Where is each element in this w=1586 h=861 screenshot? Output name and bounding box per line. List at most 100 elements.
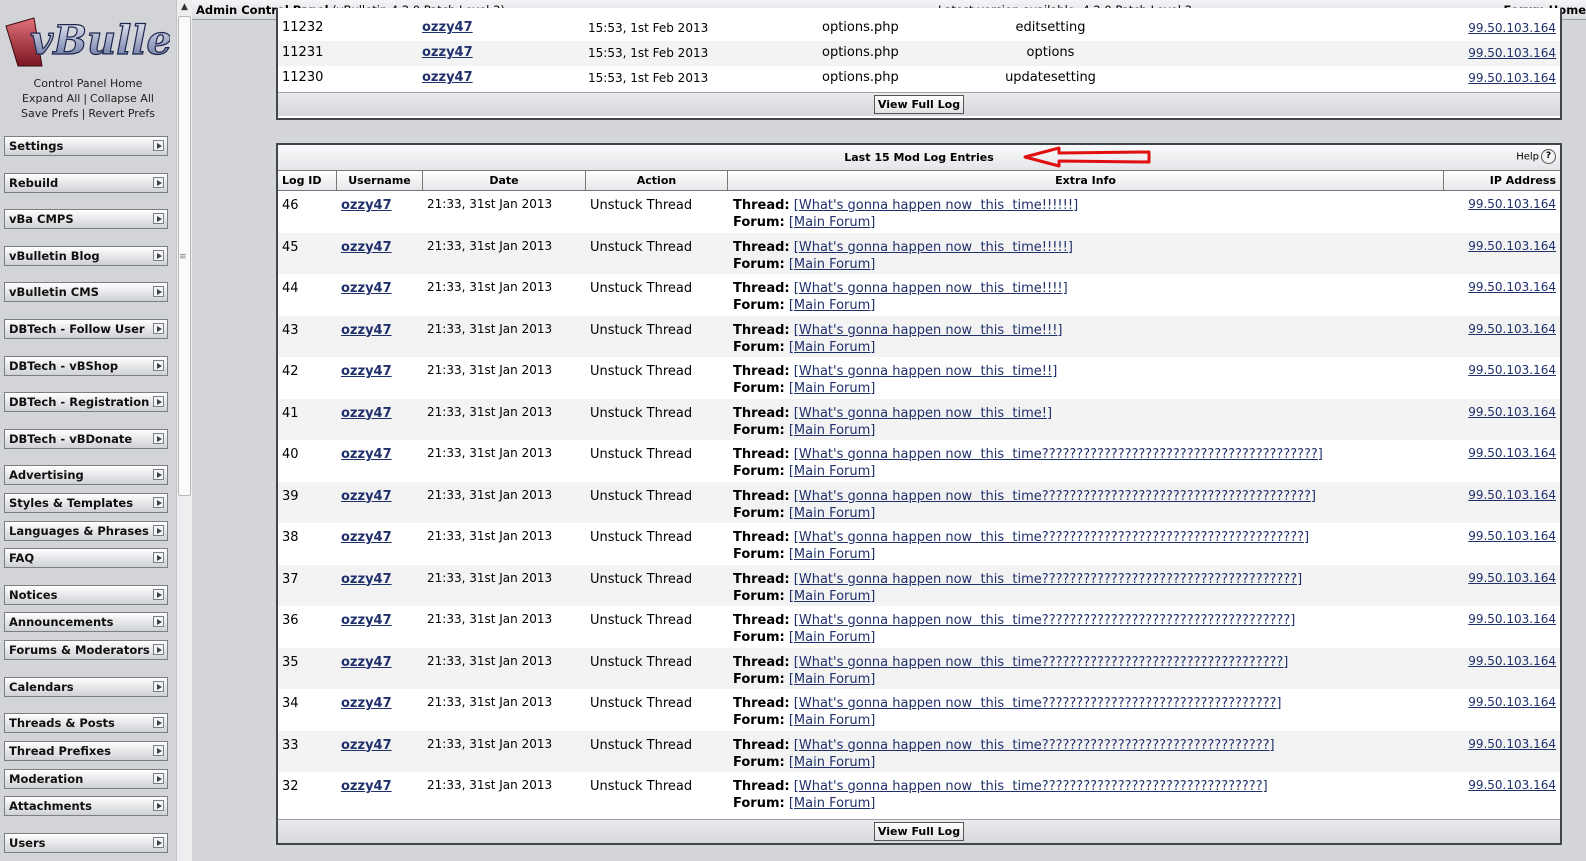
mod-log-username-link[interactable]: ozzy47: [341, 654, 392, 671]
view-full-admin-log-button[interactable]: View Full Log: [874, 95, 964, 114]
mod-log-username-link[interactable]: ozzy47: [341, 446, 392, 463]
expand-arrow-icon[interactable]: [153, 773, 164, 784]
column-header-action[interactable]: Action: [586, 171, 728, 190]
expand-arrow-icon[interactable]: [153, 837, 164, 848]
mod-log-username-link[interactable]: ozzy47: [341, 197, 392, 214]
forum-link[interactable]: [Main Forum]: [789, 630, 876, 645]
forum-link[interactable]: [Main Forum]: [789, 796, 876, 811]
expand-arrow-icon[interactable]: [153, 525, 164, 536]
nav-item-settings[interactable]: Settings: [4, 136, 168, 156]
nav-item-threads-posts[interactable]: Threads & Posts: [4, 713, 168, 733]
nav-item-attachments[interactable]: Attachments: [4, 796, 168, 816]
mod-log-ip-link[interactable]: 99.50.103.164: [1468, 528, 1556, 545]
forum-link[interactable]: [Main Forum]: [789, 464, 876, 479]
expand-arrow-icon[interactable]: [153, 552, 164, 563]
thread-link[interactable]: [What's gonna happen now this time??????…: [794, 489, 1316, 504]
forum-link[interactable]: [Main Forum]: [789, 298, 876, 313]
thread-link[interactable]: [What's gonna happen now this time??????…: [794, 613, 1295, 628]
forum-link[interactable]: [Main Forum]: [789, 755, 876, 770]
thread-link[interactable]: [What's gonna happen now this time??????…: [794, 572, 1302, 587]
expand-arrow-icon[interactable]: [153, 589, 164, 600]
thread-link[interactable]: [What's gonna happen now this time??????…: [794, 696, 1282, 711]
expand-arrow-icon[interactable]: [153, 177, 164, 188]
mod-log-ip-link[interactable]: 99.50.103.164: [1468, 570, 1556, 587]
forum-link[interactable]: [Main Forum]: [789, 257, 876, 272]
nav-quick-link[interactable]: Expand All: [22, 92, 80, 105]
mod-log-ip-link[interactable]: 99.50.103.164: [1468, 362, 1556, 379]
mod-log-ip-link[interactable]: 99.50.103.164: [1468, 279, 1556, 296]
forum-link[interactable]: [Main Forum]: [789, 423, 876, 438]
mod-log-ip-link[interactable]: 99.50.103.164: [1468, 736, 1556, 753]
admin-log-username-link[interactable]: ozzy47: [422, 68, 473, 88]
forum-link[interactable]: [Main Forum]: [789, 589, 876, 604]
nav-item-advertising[interactable]: Advertising: [4, 465, 168, 485]
nav-scrollbar[interactable]: ▲ ≡: [176, 0, 192, 861]
mod-log-username-link[interactable]: ozzy47: [341, 405, 392, 422]
admin-log-ip-link[interactable]: 99.50.103.164: [1468, 43, 1556, 63]
mod-log-username-link[interactable]: ozzy47: [341, 737, 392, 754]
nav-item-dbtech-follow-user[interactable]: DBTech - Follow User: [4, 319, 168, 339]
forum-link[interactable]: [Main Forum]: [789, 381, 876, 396]
thread-link[interactable]: [What's gonna happen now this time!!!]: [794, 323, 1063, 338]
mod-log-ip-link[interactable]: 99.50.103.164: [1468, 238, 1556, 255]
mod-log-username-link[interactable]: ozzy47: [341, 529, 392, 546]
column-header-extra-info[interactable]: Extra Info: [728, 171, 1444, 190]
scroll-up-icon[interactable]: ▲: [179, 2, 190, 13]
expand-arrow-icon[interactable]: [153, 250, 164, 261]
expand-arrow-icon[interactable]: [153, 433, 164, 444]
thread-link[interactable]: [What's gonna happen now this time??????…: [794, 779, 1268, 794]
nav-item-rebuild[interactable]: Rebuild: [4, 173, 168, 193]
forum-link[interactable]: [Main Forum]: [789, 713, 876, 728]
nav-quick-link[interactable]: Collapse All: [90, 92, 154, 105]
mod-log-username-link[interactable]: ozzy47: [341, 280, 392, 297]
expand-arrow-icon[interactable]: [153, 469, 164, 480]
nav-quick-link[interactable]: Save Prefs: [21, 107, 79, 120]
thread-link[interactable]: [What's gonna happen now this time??????…: [794, 655, 1289, 670]
thread-link[interactable]: [What's gonna happen now this time??????…: [794, 738, 1275, 753]
mod-log-ip-link[interactable]: 99.50.103.164: [1468, 404, 1556, 421]
nav-quick-link[interactable]: Revert Prefs: [88, 107, 155, 120]
forum-link[interactable]: [Main Forum]: [789, 672, 876, 687]
admin-log-ip-link[interactable]: 99.50.103.164: [1468, 68, 1556, 88]
expand-arrow-icon[interactable]: [153, 323, 164, 334]
mod-log-ip-link[interactable]: 99.50.103.164: [1468, 653, 1556, 670]
nav-item-users[interactable]: Users: [4, 833, 168, 853]
mod-log-ip-link[interactable]: 99.50.103.164: [1468, 196, 1556, 213]
thread-link[interactable]: [What's gonna happen now this time??????…: [794, 447, 1323, 462]
mod-log-ip-link[interactable]: 99.50.103.164: [1468, 694, 1556, 711]
forum-link[interactable]: [Main Forum]: [789, 340, 876, 355]
mod-log-ip-link[interactable]: 99.50.103.164: [1468, 487, 1556, 504]
expand-arrow-icon[interactable]: [153, 213, 164, 224]
mod-log-ip-link[interactable]: 99.50.103.164: [1468, 321, 1556, 338]
nav-item-vbulletin-cms[interactable]: vBulletin CMS: [4, 282, 168, 302]
mod-log-username-link[interactable]: ozzy47: [341, 363, 392, 380]
help-button[interactable]: Help?: [1516, 149, 1556, 166]
expand-arrow-icon[interactable]: [153, 360, 164, 371]
view-full-mod-log-button[interactable]: View Full Log: [874, 822, 964, 841]
thread-link[interactable]: [What's gonna happen now this time!]: [794, 406, 1052, 421]
nav-item-vbulletin-blog[interactable]: vBulletin Blog: [4, 246, 168, 266]
column-header-date[interactable]: Date: [423, 171, 586, 190]
admin-log-ip-link[interactable]: 99.50.103.164: [1468, 18, 1556, 38]
mod-log-username-link[interactable]: ozzy47: [341, 322, 392, 339]
thread-link[interactable]: [What's gonna happen now this time!!!!!]: [794, 240, 1073, 255]
expand-arrow-icon[interactable]: [153, 396, 164, 407]
expand-arrow-icon[interactable]: [153, 681, 164, 692]
nav-item-dbtech-vbdonate[interactable]: DBTech - vBDonate: [4, 429, 168, 449]
thread-link[interactable]: [What's gonna happen now this time!!]: [794, 364, 1058, 379]
expand-arrow-icon[interactable]: [153, 644, 164, 655]
nav-item-notices[interactable]: Notices: [4, 585, 168, 605]
nav-item-announcements[interactable]: Announcements: [4, 612, 168, 632]
nav-item-thread-prefixes[interactable]: Thread Prefixes: [4, 741, 168, 761]
nav-item-forums-moderators[interactable]: Forums & Moderators: [4, 640, 168, 660]
nav-item-dbtech-registration[interactable]: DBTech - Registration: [4, 392, 168, 412]
expand-arrow-icon[interactable]: [153, 717, 164, 728]
thread-link[interactable]: [What's gonna happen now this time!!!!]: [794, 281, 1068, 296]
admin-log-username-link[interactable]: ozzy47: [422, 18, 473, 38]
mod-log-ip-link[interactable]: 99.50.103.164: [1468, 445, 1556, 462]
nav-item-languages-phrases[interactable]: Languages & Phrases: [4, 521, 168, 541]
column-header-log-id[interactable]: Log ID: [278, 171, 337, 190]
mod-log-username-link[interactable]: ozzy47: [341, 239, 392, 256]
expand-arrow-icon[interactable]: [153, 286, 164, 297]
nav-item-dbtech-vbshop[interactable]: DBTech - vBShop: [4, 356, 168, 376]
